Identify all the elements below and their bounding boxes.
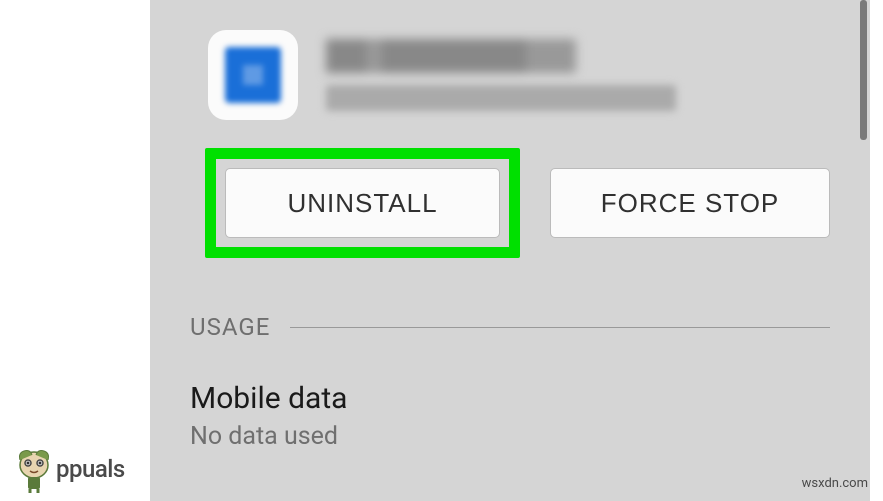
appuals-mascot-icon	[10, 445, 58, 493]
usage-section-header: USAGE	[190, 313, 830, 341]
force-stop-button[interactable]: FORCE STOP	[550, 168, 830, 238]
mobile-data-title: Mobile data	[190, 381, 830, 416]
watermark-logo: ppuals	[10, 445, 125, 493]
app-info-panel: UNINSTALL FORCE STOP USAGE Mobile data N…	[150, 0, 870, 501]
watermark-brand-text: ppuals	[56, 455, 125, 483]
usage-label: USAGE	[190, 313, 270, 341]
app-details	[326, 39, 830, 111]
divider	[290, 327, 830, 328]
mobile-data-row[interactable]: Mobile data No data used	[190, 381, 830, 451]
uninstall-highlight: UNINSTALL	[205, 148, 520, 258]
app-name	[326, 39, 576, 73]
app-icon	[208, 30, 298, 120]
app-version	[326, 85, 676, 111]
source-url: wsxdn.com	[802, 476, 868, 491]
action-buttons-row: UNINSTALL FORCE STOP	[190, 148, 830, 258]
mobile-data-subtitle: No data used	[190, 422, 830, 451]
app-header	[190, 30, 830, 120]
scrollbar[interactable]	[860, 0, 867, 140]
uninstall-button[interactable]: UNINSTALL	[225, 168, 500, 238]
